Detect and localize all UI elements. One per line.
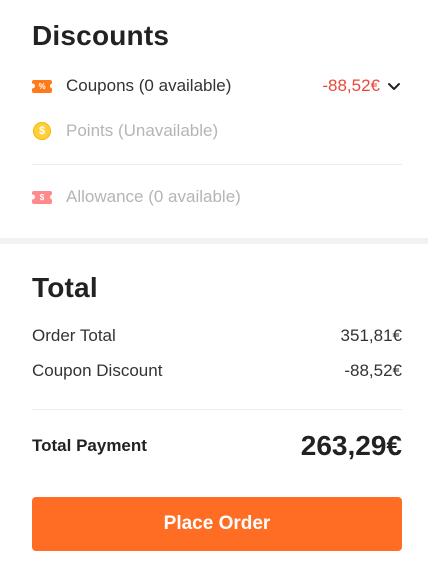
allowance-icon: $ (32, 190, 52, 204)
chevron-down-icon[interactable] (386, 78, 402, 94)
order-total-value: 351,81€ (340, 326, 402, 345)
coin-icon: $ (32, 122, 52, 140)
coupons-label: Coupons (0 available) (66, 76, 232, 95)
total-payment-row: Total Payment 263,29€ (32, 430, 402, 462)
order-total-label: Order Total (32, 326, 116, 345)
coupons-amount: -88,52€ (322, 76, 380, 95)
coupons-row[interactable]: % Coupons (0 available) -88,52€ (32, 74, 402, 98)
points-label: Points (Unavailable) (66, 121, 219, 140)
divider (32, 409, 402, 410)
coupon-discount-label: Coupon Discount (32, 361, 163, 380)
place-order-button[interactable]: Place Order (32, 497, 402, 551)
total-card: Total Order Total 351,81€ Coupon Discoun… (0, 244, 428, 565)
divider (32, 164, 402, 165)
coupon-discount-row: Coupon Discount -88,52€ (32, 361, 402, 381)
discounts-title: Discounts (32, 20, 170, 51)
total-payment-label: Total Payment (32, 436, 147, 455)
total-title: Total (32, 272, 98, 303)
coupon-icon: % (32, 79, 52, 93)
allowance-label: Allowance (0 available) (66, 187, 241, 206)
discounts-card: Discounts % Coupons (0 available) -88,52… (0, 0, 428, 238)
coupon-discount-value: -88,52€ (344, 361, 402, 380)
total-payment-value: 263,29€ (300, 430, 402, 461)
points-row: $ Points (Unavailable) (32, 119, 402, 143)
allowance-row: $ Allowance (0 available) (32, 185, 402, 209)
order-total-row: Order Total 351,81€ (32, 326, 402, 346)
